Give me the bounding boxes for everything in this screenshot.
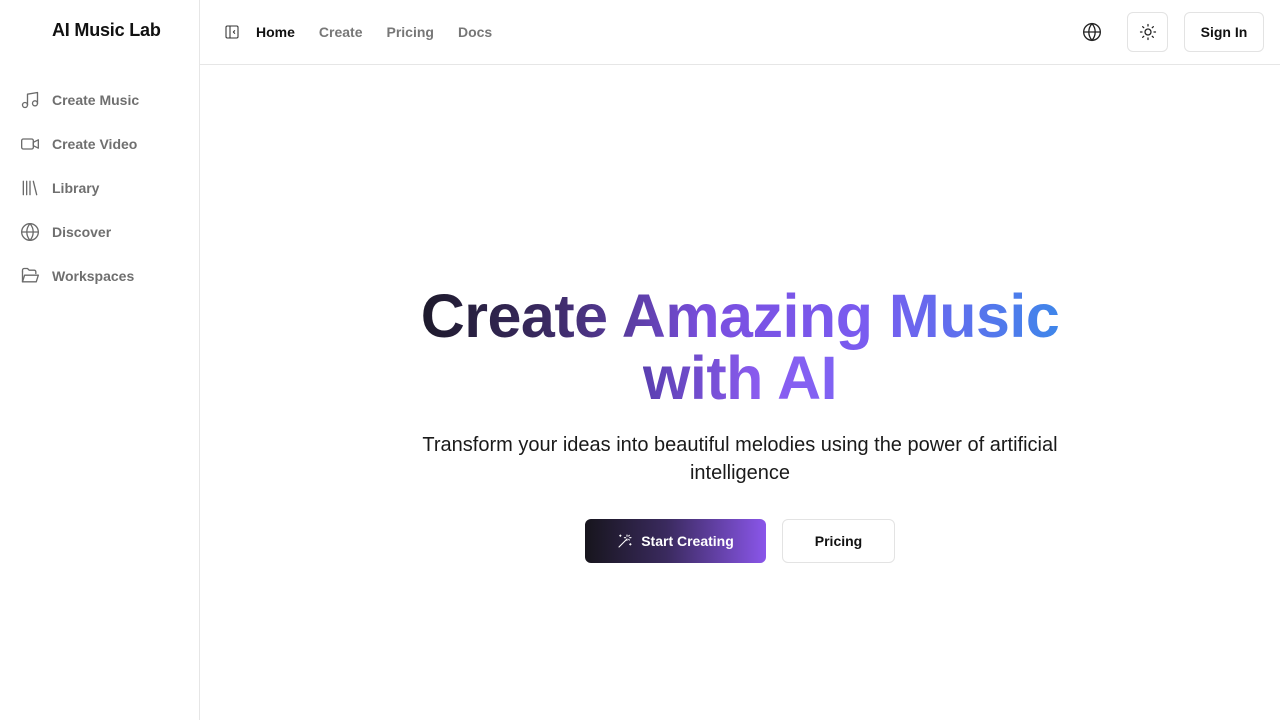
sidebar-item-label: Workspaces bbox=[52, 268, 135, 284]
top-nav: Home Create Pricing Docs bbox=[256, 0, 516, 64]
sidebar-item-label: Create Music bbox=[52, 92, 140, 108]
globe-icon bbox=[1083, 22, 1101, 42]
hero-section: Create Amazing Music with AI Transform y… bbox=[200, 65, 1280, 720]
sidebar-item-workspaces[interactable]: Workspaces bbox=[0, 254, 199, 298]
sidebar-toggle-icon bbox=[225, 25, 239, 39]
folder-open-icon bbox=[20, 266, 40, 286]
sidebar-item-label: Library bbox=[52, 180, 100, 196]
language-button[interactable] bbox=[1072, 12, 1112, 52]
start-creating-button[interactable]: Start Creating bbox=[585, 519, 766, 563]
start-creating-label: Start Creating bbox=[641, 533, 734, 549]
sign-in-button[interactable]: Sign In bbox=[1184, 12, 1264, 52]
music-note-icon bbox=[20, 90, 40, 110]
sidebar-toggle-button[interactable] bbox=[222, 22, 242, 42]
hero-title-line2: with AI bbox=[642, 344, 838, 412]
hero-subtitle: Transform your ideas into beautiful melo… bbox=[422, 434, 1058, 484]
nav-home[interactable]: Home bbox=[256, 24, 295, 40]
sun-icon bbox=[1139, 23, 1156, 41]
sidebar-item-create-video[interactable]: Create Video bbox=[0, 122, 199, 166]
library-icon bbox=[20, 178, 40, 198]
sidebar-item-label: Create Video bbox=[52, 136, 138, 152]
hero-title-line1: Create Amazing Music bbox=[420, 282, 1060, 350]
globe-icon bbox=[20, 222, 40, 242]
sidebar-item-label: Discover bbox=[52, 224, 112, 240]
sidebar-item-create-music[interactable]: Create Music bbox=[0, 78, 199, 122]
sidebar-item-library[interactable]: Library bbox=[0, 166, 199, 210]
brand-logo[interactable]: AI Music Lab bbox=[52, 20, 161, 41]
top-header: Home Create Pricing Docs Sign In bbox=[200, 0, 1280, 65]
cta-row: Start Creating Pricing bbox=[585, 519, 895, 563]
sidebar-nav: Create Music Create Video Library Discov… bbox=[0, 78, 199, 298]
nav-pricing[interactable]: Pricing bbox=[387, 24, 434, 40]
theme-toggle-button[interactable] bbox=[1127, 12, 1168, 52]
nav-create[interactable]: Create bbox=[319, 24, 363, 40]
hero-title: Create Amazing Music with AI bbox=[200, 285, 1280, 409]
pricing-button[interactable]: Pricing bbox=[782, 519, 895, 563]
sidebar: AI Music Lab Create Music Create Video L… bbox=[0, 0, 200, 720]
sidebar-item-discover[interactable]: Discover bbox=[0, 210, 199, 254]
video-camera-icon bbox=[20, 134, 40, 154]
nav-docs[interactable]: Docs bbox=[458, 24, 492, 40]
magic-wand-icon bbox=[618, 534, 632, 548]
